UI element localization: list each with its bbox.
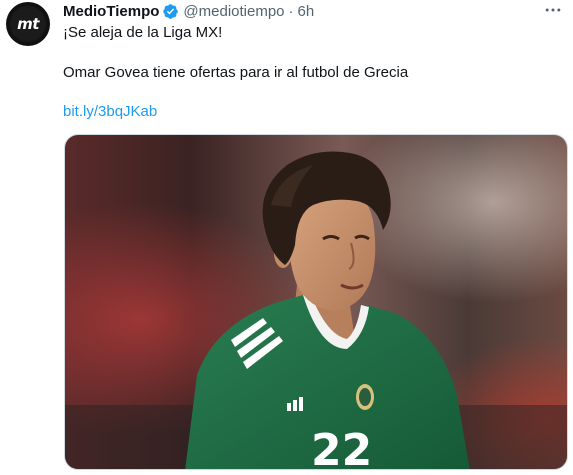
verified-badge-icon [163,3,179,19]
tweet-media-photo[interactable]: 22 [64,134,568,470]
tweet-text-line-2: Omar Govea tiene ofertas para ir al futb… [63,64,409,81]
jersey-number: 22 [311,425,372,470]
tweet-timestamp[interactable]: 6h [298,3,315,20]
tweet-link[interactable]: bit.ly/3bqJKab [63,102,157,122]
header-separator: · [288,2,294,20]
avatar[interactable]: mt [6,2,50,46]
author-display-name[interactable]: MedioTiempo [63,3,159,20]
tweet[interactable]: mt MedioTiempo @mediotiempo · 6h ¡Se ale… [0,0,573,475]
player-photo: 22 [65,135,567,470]
more-options-button[interactable] [541,0,565,20]
tweet-header: MedioTiempo @mediotiempo · 6h [63,1,314,21]
tweet-text-line-1: ¡Se aleja de la Liga MX! [63,24,223,41]
author-handle[interactable]: @mediotiempo [183,3,284,20]
avatar-logo-text: mt [10,6,46,42]
more-horizontal-icon [545,8,561,12]
